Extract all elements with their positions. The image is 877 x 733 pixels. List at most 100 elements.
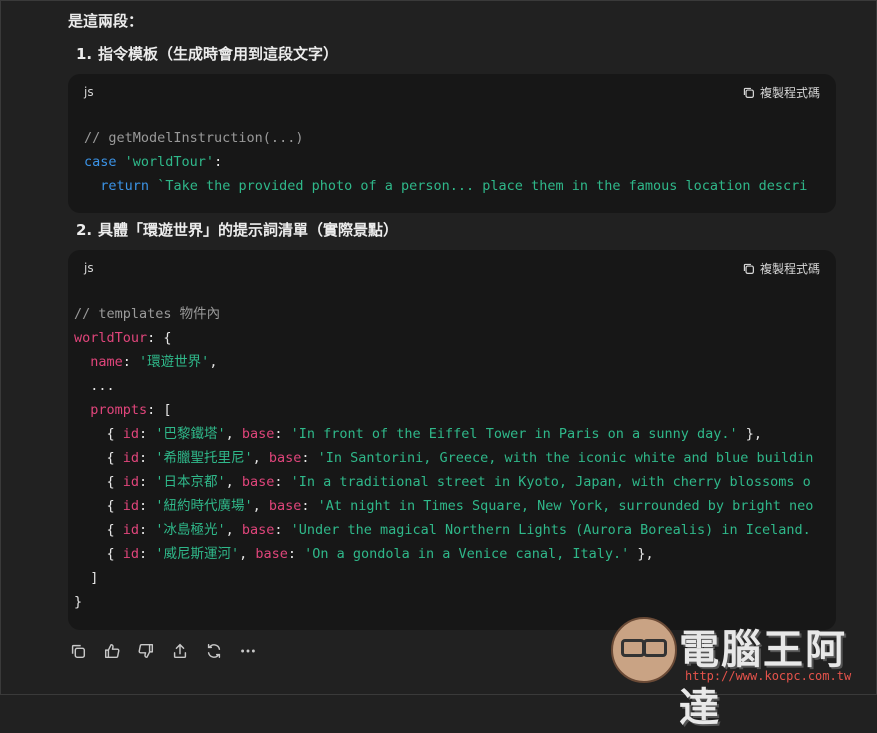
code-line-prompt-item: { id: '日本京都', base: 'In a traditional st…: [74, 474, 811, 490]
code-punct: ,: [239, 546, 256, 562]
intro-text: 是這兩段：: [68, 12, 144, 30]
code-punct: },: [629, 546, 654, 562]
code-punct: :: [139, 426, 156, 442]
copy-code-label: 複製程式碼: [759, 86, 820, 100]
code-line-prompt-item: { id: '威尼斯運河', base: 'On a gondola in a …: [74, 546, 654, 562]
code-punct: ,: [225, 522, 242, 538]
code-string: 'On a gondola in a Venice canal, Italy.': [304, 546, 630, 562]
message-actions: [68, 641, 258, 661]
code-property: id: [122, 426, 140, 442]
code-property: base: [268, 450, 302, 466]
code-property: id: [122, 498, 140, 514]
code-line-prompt-item: { id: '希臘聖托里尼', base: 'In Santorini, Gre…: [74, 450, 814, 466]
section-heading-2: 2. 具體「環遊世界」的提示詞清單（實際景點）: [76, 219, 398, 240]
code-ellipsis: ...: [90, 378, 115, 394]
code-line-prompt-item: { id: '紐約時代廣場', base: 'At night in Times…: [74, 498, 814, 514]
code-punct: }: [74, 594, 83, 610]
more-icon: [241, 649, 255, 653]
code-punct: ,: [252, 498, 269, 514]
code-string: '冰島極光': [155, 522, 226, 538]
share-icon: [173, 643, 187, 659]
code-language-label: js: [84, 85, 94, 99]
code-string: 'In Santorini, Greece, with the iconic w…: [317, 450, 814, 466]
copy-icon: [743, 263, 754, 274]
share-button[interactable]: [170, 641, 190, 661]
watermark: 電腦王阿達 http://www.kocpc.com.tw: [611, 611, 867, 731]
code-punct: :: [274, 426, 291, 442]
section-title: 指令模板（生成時會用到這段文字）: [98, 45, 339, 63]
copy-icon: [743, 87, 754, 98]
code-punct: {: [74, 546, 123, 562]
code-punct: ,: [225, 474, 242, 490]
code-property: base: [268, 498, 302, 514]
code-punct: {: [74, 498, 123, 514]
section-number: 1.: [76, 45, 93, 63]
code-language-label: js: [84, 261, 94, 275]
code-punct: ]: [90, 570, 99, 586]
code-content[interactable]: // templates 物件內 worldTour: { name: '環遊世…: [68, 286, 836, 614]
code-punct: ,: [225, 426, 242, 442]
code-string: '威尼斯運河': [155, 546, 240, 562]
code-property: id: [122, 450, 140, 466]
thumbs-up-button[interactable]: [102, 641, 122, 661]
code-keyword: case: [84, 154, 117, 170]
code-string: '紐約時代廣場': [155, 498, 253, 514]
copy-button[interactable]: [68, 641, 88, 661]
code-block-1: js 複製程式碼 // getModelInstruction(...) cas…: [68, 74, 836, 213]
code-property: base: [241, 522, 275, 538]
copy-code-label: 複製程式碼: [759, 262, 820, 276]
code-line-prompt-item: { id: '冰島極光', base: 'Under the magical N…: [74, 522, 811, 538]
code-string: 'At night in Times Square, New York, sur…: [317, 498, 814, 514]
regenerate-icon: [207, 643, 221, 659]
code-comment: // templates 物件內: [74, 306, 221, 322]
code-string: '日本京都': [155, 474, 226, 490]
thumbs-up-icon: [104, 643, 120, 659]
section-number: 2.: [76, 221, 93, 239]
code-punct: :: [139, 522, 156, 538]
code-punct: ,: [252, 450, 269, 466]
code-punct: :: [139, 450, 156, 466]
watermark-url: http://www.kocpc.com.tw: [685, 669, 852, 683]
code-punct: : [: [147, 402, 172, 418]
code-punct: :: [139, 546, 156, 562]
regenerate-button[interactable]: [204, 641, 224, 661]
thumbs-down-icon: [138, 643, 154, 659]
code-punct: : {: [147, 330, 172, 346]
code-punct: :: [301, 450, 318, 466]
code-string: '環遊世界': [139, 354, 210, 370]
code-property: id: [122, 522, 140, 538]
code-comment: // getModelInstruction(...): [84, 130, 304, 146]
code-keyword: return: [100, 178, 150, 194]
code-punct: {: [74, 474, 123, 490]
code-punct: :: [274, 522, 291, 538]
code-string: 'Under the magical Northern Lights (Auro…: [290, 522, 811, 538]
code-property: prompts: [90, 402, 148, 418]
code-string: '巴黎鐵塔': [155, 426, 226, 442]
mascot-logo-icon: [611, 617, 677, 683]
code-punct: :: [287, 546, 305, 562]
code-content[interactable]: // getModelInstruction(...) case 'worldT…: [68, 110, 836, 198]
code-punct: {: [74, 522, 123, 538]
code-punct: :: [301, 498, 318, 514]
more-button[interactable]: [238, 641, 258, 661]
code-line-prompt-item: { id: '巴黎鐵塔', base: 'In front of the Eif…: [74, 426, 763, 442]
copy-code-button[interactable]: 複製程式碼: [742, 260, 820, 277]
code-punct: :: [139, 474, 156, 490]
code-string: 'In a traditional street in Kyoto, Japan…: [290, 474, 811, 490]
code-punct: :: [214, 154, 223, 170]
code-property: id: [122, 546, 140, 562]
code-punct: :: [274, 474, 291, 490]
code-punct: :: [139, 498, 156, 514]
code-punct: {: [74, 426, 123, 442]
code-string: 'In front of the Eiffel Tower in Paris o…: [290, 426, 738, 442]
code-block-header: js 複製程式碼: [68, 74, 836, 110]
code-block-header: js 複製程式碼: [68, 250, 836, 286]
code-property: worldTour: [74, 330, 148, 346]
code-string: `Take the provided photo of a person... …: [157, 178, 808, 194]
thumbs-down-button[interactable]: [136, 641, 156, 661]
code-block-2: js 複製程式碼 // templates 物件內 worldTour: { n…: [68, 250, 836, 630]
section-heading-1: 1. 指令模板（生成時會用到這段文字）: [76, 43, 338, 64]
code-string: '希臘聖托里尼': [155, 450, 253, 466]
copy-code-button[interactable]: 複製程式碼: [742, 84, 820, 101]
code-property: base: [241, 474, 275, 490]
